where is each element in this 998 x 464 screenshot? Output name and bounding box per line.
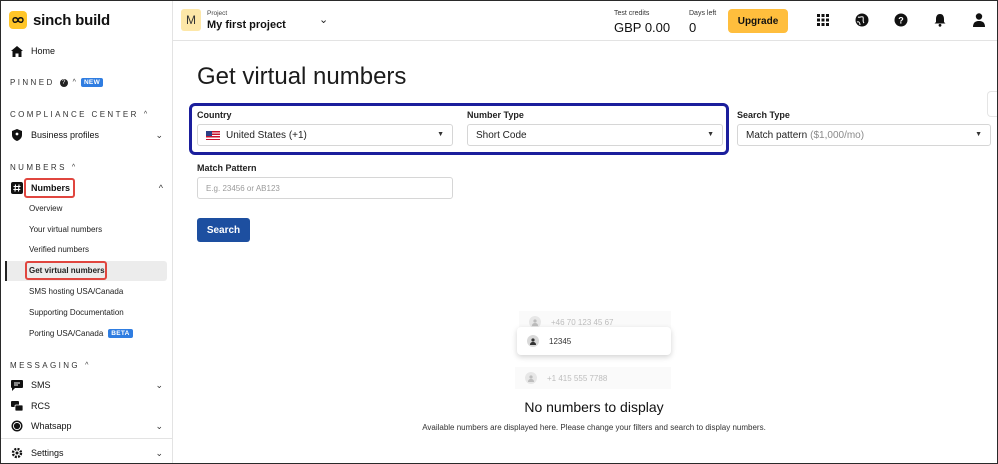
sidebar-item-home[interactable]: Home <box>11 45 55 57</box>
illustration-number: +46 70 123 45 67 <box>551 317 614 327</box>
main-content: Get virtual numbers Country United State… <box>173 41 997 463</box>
whatsapp-icon <box>11 420 23 432</box>
sidebar-subitem-sms-hosting[interactable]: SMS hosting USA/Canada <box>29 287 123 296</box>
chevron-up-icon[interactable]: ^ <box>73 79 76 86</box>
brand-name: sinch build <box>33 11 110 29</box>
search-type-price: ($1,000/mo) <box>810 129 865 141</box>
empty-state-title: No numbers to display <box>524 399 664 415</box>
section-label: NUMBERS <box>10 163 67 172</box>
sidebar-subitem-overview[interactable]: Overview <box>29 204 62 213</box>
sidebar-subitem-supporting-documentation[interactable]: Supporting Documentation <box>29 308 124 317</box>
section-label: COMPLIANCE CENTER <box>10 110 139 119</box>
beta-badge: BETA <box>108 329 133 338</box>
sidebar-item-whatsapp[interactable]: Whatsapp ⌄ <box>11 420 163 432</box>
project-chevron-down-icon[interactable]: ⌄ <box>319 13 328 26</box>
apps-grid-icon[interactable] <box>815 12 831 28</box>
gear-icon <box>11 447 23 459</box>
sidebar-item-rcs[interactable]: RCS <box>11 400 161 412</box>
subitem-label: SMS hosting USA/Canada <box>29 287 124 296</box>
illustration-row-highlight: 12345 <box>517 327 671 355</box>
sidebar-item-label: Home <box>31 46 56 56</box>
sidebar-item-label: Whatsapp <box>31 421 72 431</box>
sidebar: sinch build Home PINNED ? ^ NEW COMPLIAN… <box>1 1 173 463</box>
person-icon <box>527 335 539 347</box>
help-icon[interactable]: ? <box>893 12 909 28</box>
sidebar-subitem-porting[interactable]: Porting USA/Canada BETA <box>29 329 133 338</box>
sidebar-item-label: Business profiles <box>31 130 100 140</box>
illustration-number: 12345 <box>549 336 572 346</box>
section-messaging[interactable]: MESSAGING ^ <box>10 361 88 370</box>
chevron-up-icon: ^ <box>143 111 148 118</box>
project-avatar[interactable]: M <box>181 9 201 31</box>
highlight-country-number-type <box>189 103 729 155</box>
chevron-down-icon: ⌄ <box>155 379 163 390</box>
shield-icon <box>11 129 23 141</box>
match-pattern-input[interactable] <box>197 177 453 199</box>
section-numbers[interactable]: NUMBERS ^ <box>10 163 75 172</box>
subitem-label: Supporting Documentation <box>29 308 124 317</box>
top-bar: M Project My first project ⌄ Test credit… <box>173 1 997 41</box>
section-label: PINNED <box>10 78 55 87</box>
brand-logo[interactable]: sinch build <box>9 11 110 29</box>
highlight-get-virtual-numbers <box>25 261 107 280</box>
subitem-label: Verified numbers <box>29 245 90 254</box>
subitem-label: Your virtual numbers <box>29 225 103 234</box>
active-indicator <box>5 261 7 281</box>
search-type-label: Search Type <box>737 110 790 120</box>
new-badge: NEW <box>80 78 104 87</box>
user-icon[interactable] <box>971 12 987 28</box>
days-left-value: 0 <box>689 20 697 35</box>
upgrade-button[interactable]: Upgrade <box>728 9 788 33</box>
search-type-select[interactable]: Match pattern ($1,000/mo) ▼ <box>737 124 991 146</box>
subitem-label: Overview <box>29 204 63 213</box>
sidebar-subitem-your-virtual-numbers[interactable]: Your virtual numbers <box>29 225 102 234</box>
days-left-label: Days left <box>689 10 717 17</box>
caret-down-icon: ▼ <box>975 131 982 138</box>
side-panel-tab[interactable] <box>987 91 997 117</box>
sidebar-subitem-verified-numbers[interactable]: Verified numbers <box>29 245 89 254</box>
test-credits-label: Test credits <box>614 10 650 17</box>
chevron-up-icon: ^ <box>85 362 89 369</box>
chevron-down-icon: ⌄ <box>155 447 163 458</box>
chevron-down-icon: ⌄ <box>155 129 163 140</box>
section-pinned[interactable]: PINNED ? ^ NEW <box>10 78 104 87</box>
sidebar-item-settings[interactable]: Settings ⌄ <box>11 447 163 459</box>
sidebar-item-label: RCS <box>31 401 51 411</box>
section-label: MESSAGING <box>10 361 81 370</box>
rcs-icon <box>11 400 23 412</box>
subitem-label: Porting USA/Canada <box>29 329 104 338</box>
sidebar-item-label: SMS <box>31 380 51 390</box>
sinch-logo-icon <box>9 11 27 29</box>
bell-icon[interactable] <box>932 12 948 28</box>
project-name[interactable]: My first project <box>207 19 286 31</box>
match-pattern-label: Match Pattern <box>197 163 257 173</box>
person-icon <box>525 372 537 384</box>
chevron-up-icon: ^ <box>71 164 76 171</box>
page-title: Get virtual numbers <box>197 63 407 90</box>
chevron-down-icon: ⌄ <box>155 420 163 431</box>
sidebar-item-label: Settings <box>31 448 64 458</box>
hash-icon <box>11 182 23 194</box>
app-window: sinch build Home PINNED ? ^ NEW COMPLIAN… <box>0 0 998 464</box>
illustration-number: +1 415 555 7788 <box>547 373 608 383</box>
illustration-row: +1 415 555 7788 <box>515 367 671 389</box>
sidebar-item-business-profiles[interactable]: Business profiles ⌄ <box>11 129 163 141</box>
search-type-value: Match pattern <box>746 129 808 141</box>
home-icon <box>11 45 23 57</box>
search-button[interactable]: Search <box>197 218 250 242</box>
sidebar-item-sms[interactable]: SMS ⌄ <box>11 379 163 391</box>
help-icon[interactable]: ? <box>59 78 68 87</box>
test-credits-value: GBP 0.00 <box>614 20 671 35</box>
highlight-numbers <box>24 178 75 198</box>
chevron-up-icon: ^ <box>158 183 163 193</box>
project-caption: Project <box>207 10 228 17</box>
svg-text:?: ? <box>898 16 904 26</box>
chat-icon <box>11 379 23 391</box>
section-compliance[interactable]: COMPLIANCE CENTER ^ <box>10 110 147 119</box>
empty-state-subtitle: Available numbers are displayed here. Pl… <box>422 423 766 432</box>
globe-icon[interactable] <box>854 12 870 28</box>
sidebar-divider <box>1 438 173 439</box>
